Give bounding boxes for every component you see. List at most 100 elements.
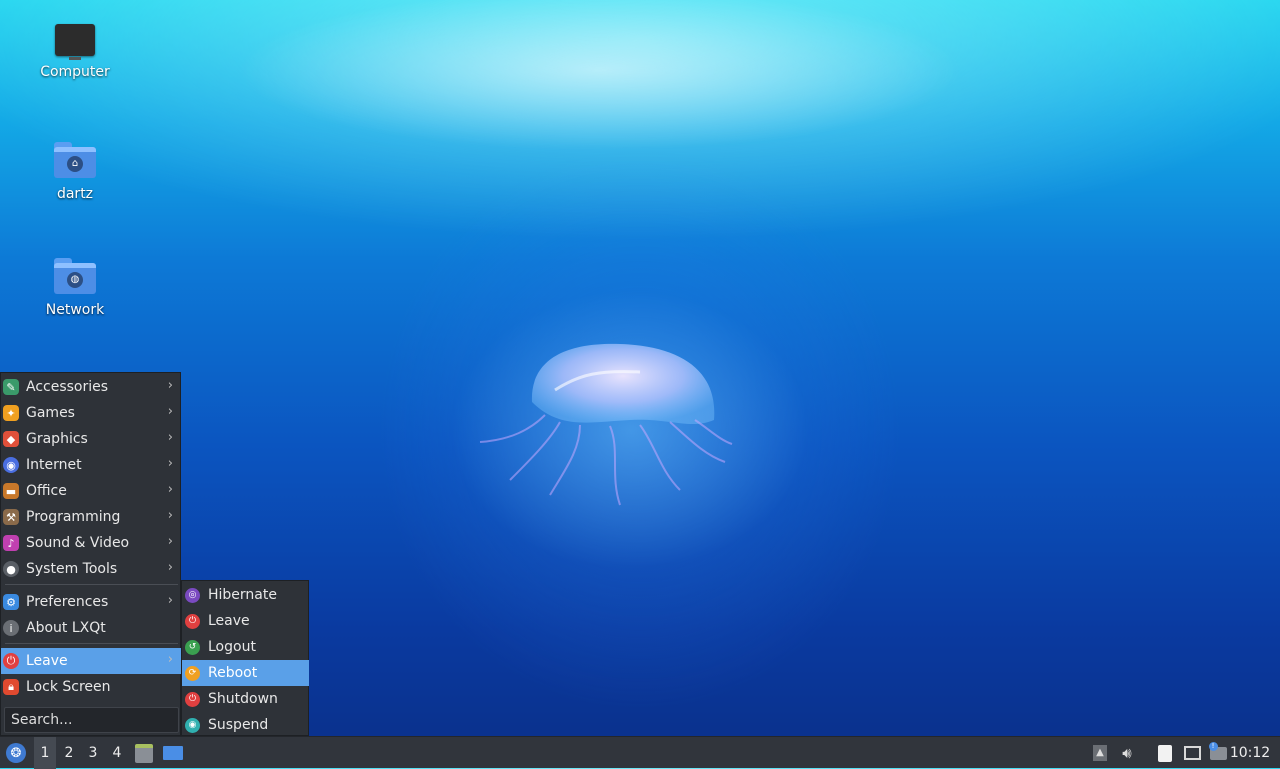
menu-item-label: Sound & Video [26, 535, 130, 551]
file-manager-launcher[interactable] [133, 737, 155, 769]
volume-button[interactable]: 🔊︎ [1116, 737, 1138, 769]
menu-item-programming[interactable]: ⚒ Programming › [1, 504, 182, 530]
accessories-icon: ✎ [3, 379, 19, 395]
submenu-item-leave[interactable]: ⏻ Leave [182, 608, 309, 634]
leave-submenu: ◎ Hibernate ⏻ Leave ↺ Logout ⟳ Reboot ⏻ … [181, 580, 309, 736]
submenu-item-shutdown[interactable]: ⏻ Shutdown [182, 686, 309, 712]
menu-item-label: System Tools [26, 561, 118, 577]
graphics-icon: ◆ [3, 431, 19, 447]
chevron-right-icon: › [167, 482, 173, 497]
desktop-icon-label: Network [45, 302, 105, 318]
file-manager-icon [135, 743, 153, 763]
submenu-item-label: Reboot [208, 665, 258, 681]
sound-video-icon: ♪ [3, 535, 19, 551]
submenu-item-label: Suspend [208, 717, 269, 733]
menu-item-office[interactable]: ▬ Office › [1, 478, 182, 504]
network-folder-icon: ◍ [54, 258, 96, 294]
menu-item-label: Programming [26, 509, 121, 525]
network-button[interactable] [1181, 737, 1203, 769]
chevron-right-icon: › [167, 430, 173, 445]
chevron-right-icon: › [167, 508, 173, 523]
submenu-item-label: Hibernate [208, 587, 277, 603]
submenu-item-reboot[interactable]: ⟳ Reboot [182, 660, 309, 686]
chevron-right-icon: › [167, 404, 173, 419]
menu-item-label: Preferences [26, 594, 109, 610]
lxqt-logo-icon: ❂ [6, 743, 26, 763]
tray-up-arrow-icon: ▲ [1093, 745, 1107, 761]
lock-icon: 🔒︎ [3, 679, 19, 695]
submenu-item-hibernate[interactable]: ◎ Hibernate [182, 582, 309, 608]
show-desktop-button[interactable] [162, 737, 184, 769]
shutdown-icon: ⏻ [185, 691, 200, 707]
tray-expander-button[interactable]: ▲ [1089, 737, 1111, 769]
chevron-right-icon: › [167, 456, 173, 471]
desktop-icon-label: dartz [56, 186, 94, 202]
menu-item-label: Games [26, 405, 75, 421]
submenu-item-logout[interactable]: ↺ Logout [182, 634, 309, 660]
network-icon [1183, 746, 1201, 760]
menu-item-leave[interactable]: ⏻ Leave › [1, 648, 182, 674]
menu-item-preferences[interactable]: ⚙ Preferences › [1, 589, 182, 615]
menu-item-label: About LXQt [26, 620, 106, 636]
menu-item-label: Accessories [26, 379, 109, 395]
chevron-right-icon: › [167, 652, 173, 667]
games-icon: ✦ [3, 405, 19, 421]
chevron-right-icon: › [167, 378, 173, 393]
desktop-icon-home[interactable]: ⌂ dartz [20, 142, 130, 202]
desktop-switch-2[interactable]: 2 [58, 737, 80, 769]
chevron-right-icon: › [167, 560, 173, 575]
menu-item-label: Graphics [26, 431, 88, 447]
suspend-icon: ◉ [185, 717, 200, 733]
notification-button[interactable]: ! [1207, 737, 1229, 769]
application-menu: ✎ Accessories › ✦ Games › ◆ Graphics › ◉… [0, 372, 182, 736]
submenu-item-suspend[interactable]: ◉ Suspend [182, 712, 309, 738]
internet-icon: ◉ [3, 457, 19, 473]
volume-icon: 🔊︎ [1122, 744, 1132, 762]
menu-item-label: Lock Screen [26, 679, 111, 695]
submenu-item-label: Shutdown [208, 691, 278, 707]
menu-separator [5, 584, 178, 585]
menu-item-games[interactable]: ✦ Games › [1, 400, 182, 426]
desktop-switch-1[interactable]: 1 [34, 737, 56, 769]
clipboard-button[interactable] [1154, 737, 1176, 769]
menu-item-label: Internet [26, 457, 82, 473]
menu-separator [5, 643, 178, 644]
programming-icon: ⚒ [3, 509, 19, 525]
menu-item-about[interactable]: i About LXQt [1, 615, 182, 641]
desktop-switch-4[interactable]: 4 [106, 737, 128, 769]
taskbar: ❂ 1 2 3 4 ▲ 🔊︎ ! 10:12 [0, 736, 1280, 769]
home-folder-icon: ⌂ [54, 142, 96, 178]
desktop-icon-network[interactable]: ◍ Network [20, 258, 130, 318]
clipboard-icon [1158, 744, 1172, 762]
leave-power-icon: ⏻ [185, 613, 200, 629]
leave-icon: ⏻ [3, 653, 19, 669]
about-icon: i [3, 620, 19, 636]
menu-item-system-tools[interactable]: ● System Tools › [1, 556, 182, 582]
menu-item-internet[interactable]: ◉ Internet › [1, 452, 182, 478]
reboot-icon: ⟳ [185, 665, 200, 681]
menu-item-accessories[interactable]: ✎ Accessories › [1, 374, 182, 400]
desktop-switch-3[interactable]: 3 [82, 737, 104, 769]
submenu-item-label: Logout [208, 639, 256, 655]
notification-icon: ! [1208, 741, 1227, 760]
desktop-icon-label: Computer [40, 64, 110, 80]
jellyfish-wallpaper-image [479, 343, 733, 506]
hibernate-icon: ◎ [185, 587, 200, 603]
system-tools-icon: ● [3, 561, 19, 577]
preferences-icon: ⚙ [3, 594, 19, 610]
menu-item-sound-video[interactable]: ♪ Sound & Video › [1, 530, 182, 556]
office-icon: ▬ [3, 483, 19, 499]
menu-search-input[interactable]: Search... [4, 707, 179, 733]
computer-icon [55, 24, 95, 60]
desktop-icon-computer[interactable]: Computer [20, 24, 130, 80]
chevron-right-icon: › [167, 534, 173, 549]
start-menu-button[interactable]: ❂ [4, 737, 28, 769]
menu-item-graphics[interactable]: ◆ Graphics › [1, 426, 182, 452]
menu-item-lock-screen[interactable]: 🔒︎ Lock Screen [1, 674, 182, 700]
logout-icon: ↺ [185, 639, 200, 655]
clock[interactable]: 10:12 [1228, 737, 1272, 769]
chevron-right-icon: › [167, 593, 173, 608]
menu-item-label: Office [26, 483, 67, 499]
show-desktop-icon [163, 746, 183, 760]
menu-item-label: Leave [26, 653, 68, 669]
